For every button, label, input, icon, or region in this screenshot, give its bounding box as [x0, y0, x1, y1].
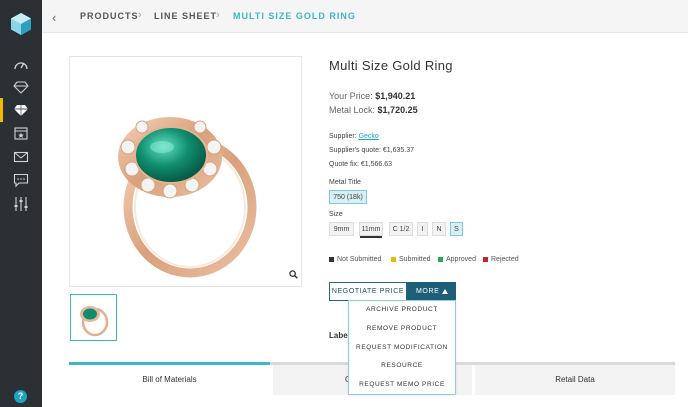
sidebar: ? — [0, 0, 42, 407]
legend-submitted: Submitted — [391, 256, 431, 263]
metal-lock: Metal Lock: $1,720.25 — [329, 105, 418, 115]
menu-remove-product[interactable]: REMOVE PRODUCT — [349, 320, 455, 339]
ring-image — [118, 117, 257, 278]
sliders-icon[interactable] — [10, 193, 32, 215]
dashboard-icon[interactable] — [10, 54, 32, 76]
metal-option-750[interactable]: 750 (18k) — [329, 190, 367, 204]
negotiate-price-button[interactable]: NEGOTIATE PRICE — [329, 282, 407, 301]
quote-fix: Quote fix: €1,566.63 — [329, 161, 393, 168]
size-option-c-half[interactable]: C 1/2 — [389, 222, 413, 236]
size-option-9mm[interactable]: 9mm — [329, 222, 354, 236]
caret-up-icon — [442, 289, 448, 294]
your-price: Your Price: $1,940.21 — [329, 91, 416, 101]
calendar-star-icon[interactable] — [10, 122, 32, 144]
legend-swatch — [438, 257, 443, 262]
diamond-outline-icon[interactable] — [10, 76, 32, 98]
product-thumbnail[interactable] — [70, 294, 117, 341]
back-chevron-icon[interactable]: ‹ — [52, 10, 56, 25]
legend-approved: Approved — [438, 256, 476, 263]
product-title: Multi Size Gold Ring — [329, 58, 453, 73]
top-bar: ‹ PRODUCTS › LINE SHEET › MULTI SIZE GOL… — [42, 0, 688, 33]
legend-rejected: Rejected — [483, 256, 519, 263]
tab-bill-of-materials[interactable]: Bill of Materials — [69, 365, 270, 395]
breadcrumb-separator-icon: › — [138, 9, 142, 21]
tab-retail-data[interactable]: Retail Data — [475, 365, 675, 395]
size-option-n[interactable]: N — [432, 222, 446, 236]
help-icon[interactable]: ? — [14, 390, 27, 403]
supplier: Supplier: Gecko — [329, 133, 379, 140]
product-image[interactable] — [69, 56, 302, 287]
legend-swatch — [391, 257, 396, 262]
legend-not-submitted: Not Submitted — [329, 256, 381, 263]
breadcrumb-products[interactable]: PRODUCTS — [80, 11, 139, 21]
size-option-s[interactable]: S — [450, 222, 463, 236]
active-marker — [0, 98, 3, 122]
logo-icon[interactable] — [9, 12, 33, 36]
label-heading: Labe — [329, 331, 348, 340]
legend-swatch — [329, 257, 334, 262]
menu-resource[interactable]: RESOURCE — [349, 357, 455, 376]
breadcrumb-separator-icon: › — [216, 9, 220, 21]
zoom-icon[interactable] — [289, 270, 298, 279]
ring-thumbnail-image — [80, 306, 109, 337]
supplier-quote: Supplier's quote: €1,635.37 — [329, 147, 415, 154]
size-option-i[interactable]: I — [417, 222, 428, 236]
legend-swatch — [483, 257, 488, 262]
metal-title-label: Metal Title — [329, 179, 361, 186]
size-option-11mm[interactable]: 11mm — [359, 222, 383, 238]
chat-icon[interactable] — [10, 169, 32, 191]
diamond-icon[interactable] — [10, 99, 32, 121]
menu-request-modification[interactable]: REQUEST MODIFICATION — [349, 339, 455, 358]
supplier-link[interactable]: Gecko — [359, 133, 379, 140]
size-label: Size — [329, 211, 343, 218]
more-button[interactable]: MORE — [407, 282, 456, 301]
breadcrumb-line-sheet[interactable]: LINE SHEET — [154, 11, 217, 21]
menu-request-memo-price[interactable]: REQUEST MEMO PRICE — [349, 376, 455, 395]
menu-archive-product[interactable]: ARCHIVE PRODUCT — [349, 301, 455, 320]
more-dropdown-menu: ARCHIVE PRODUCT REMOVE PRODUCT REQUEST M… — [348, 300, 456, 395]
mail-icon[interactable] — [10, 146, 32, 168]
breadcrumb-current: MULTI SIZE GOLD RING — [233, 11, 356, 21]
